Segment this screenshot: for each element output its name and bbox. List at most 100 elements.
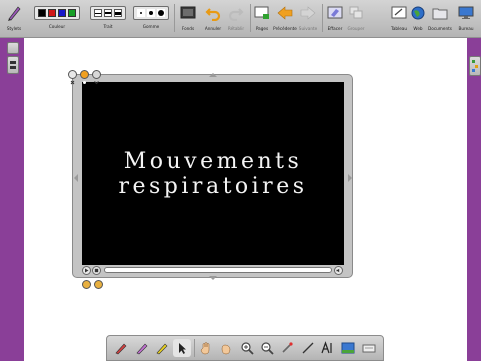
top-resize-handle[interactable]	[209, 73, 217, 77]
laser-pointer-icon	[282, 342, 293, 353]
desktop-icon	[458, 2, 474, 24]
tableau-button[interactable]: Tableau	[390, 2, 408, 32]
zoom-out-icon	[261, 342, 274, 355]
highlighter-button[interactable]	[153, 339, 171, 357]
annuler-button[interactable]: Annuler	[202, 2, 224, 32]
pages-label: Pages	[255, 26, 269, 31]
resize-icon	[96, 290, 101, 295]
eraser-size-medium[interactable]	[147, 9, 155, 17]
pen-tool-button[interactable]	[112, 339, 130, 357]
stylets-label: Stylets	[6, 26, 22, 31]
widget-menu-button[interactable]	[80, 70, 89, 84]
chevron-down-icon	[94, 81, 99, 85]
eraser-size-small[interactable]	[137, 9, 145, 17]
bureau-button[interactable]: Bureau	[455, 2, 477, 32]
effacer-label: Effacer	[327, 26, 343, 31]
rotate-icon	[83, 290, 89, 296]
background-icon	[180, 2, 196, 24]
toolbar-separator	[174, 4, 175, 32]
arrow-left-icon	[277, 2, 293, 24]
select-tool-button[interactable]	[173, 339, 192, 357]
effacer-button[interactable]: Effacer	[325, 2, 345, 32]
hand-tool-button[interactable]	[197, 339, 215, 357]
video-seek-bar[interactable]	[104, 267, 332, 273]
stop-icon	[94, 268, 99, 272]
widget-resize-button[interactable]	[94, 280, 103, 295]
left-resize-handle[interactable]	[74, 174, 78, 182]
hand-grab-icon	[221, 344, 231, 355]
eraser-sizes	[133, 6, 169, 20]
clear-icon	[327, 2, 343, 24]
left-panel-toggle[interactable]	[7, 42, 19, 54]
toolbar-separator	[322, 4, 323, 32]
widget-close-button[interactable]	[68, 70, 77, 85]
whiteboard-icon	[391, 2, 407, 24]
zoom-in-button[interactable]	[238, 339, 256, 357]
color-swatch-black[interactable]	[38, 9, 46, 17]
video-title-line2: respiratoires	[118, 173, 308, 199]
hand-icon	[200, 342, 210, 355]
bottom-resize-handle[interactable]	[209, 276, 217, 280]
precedente-label: Précédente	[273, 26, 297, 31]
pages-button[interactable]: Pages	[253, 2, 271, 32]
left-panel-tool-button[interactable]	[7, 56, 19, 74]
retablir-label: Rétablir	[227, 26, 245, 31]
fonds-button[interactable]: Fonds	[178, 2, 198, 32]
creative-pen-button[interactable]	[133, 339, 151, 357]
text-tool-button[interactable]	[319, 339, 337, 357]
color-swatch-blue[interactable]	[58, 9, 66, 17]
line-width-thin[interactable]	[94, 9, 102, 17]
play-icon	[85, 268, 89, 272]
retablir-button[interactable]: Rétablir	[225, 2, 247, 32]
play-button[interactable]	[82, 265, 91, 275]
pan-tool-button[interactable]	[217, 339, 235, 357]
globe-icon	[411, 2, 425, 24]
color-swatch-green[interactable]	[68, 9, 76, 17]
volume-icon	[336, 268, 340, 272]
gomme-label: Gomme	[142, 24, 160, 29]
line-tool-button[interactable]	[299, 339, 317, 357]
cursor-icon	[179, 343, 187, 354]
widget-options-button[interactable]	[92, 70, 101, 85]
suivante-label: Suivante	[298, 26, 318, 31]
shapes-icon	[341, 342, 355, 354]
text-icon	[321, 341, 332, 354]
keyboard-icon	[362, 344, 376, 353]
video-widget[interactable]: Mouvements respiratoires	[68, 70, 353, 296]
annuler-label: Annuler	[204, 26, 222, 31]
panel-icon	[10, 61, 16, 69]
left-side-panel	[0, 38, 24, 361]
stylets-button[interactable]: Stylets	[3, 2, 25, 32]
video-controls	[82, 265, 344, 275]
right-resize-handle[interactable]	[348, 174, 352, 182]
floating-tools-bar	[106, 335, 384, 361]
documents-button[interactable]: Documents	[428, 2, 452, 32]
creative-pen-icon	[136, 343, 147, 355]
precedente-button[interactable]: Précédente	[273, 2, 297, 32]
widget-rotate-button[interactable]	[82, 280, 91, 296]
highlighter-icon	[156, 343, 168, 355]
volume-button[interactable]	[334, 265, 343, 275]
tableau-label: Tableau	[390, 26, 408, 31]
grouper-button[interactable]: Grouper	[346, 2, 366, 32]
suivante-button[interactable]: Suivante	[297, 2, 319, 32]
right-panel-toggle[interactable]	[469, 56, 481, 76]
eraser-size-large[interactable]	[157, 9, 165, 17]
video-screen[interactable]: Mouvements respiratoires	[82, 82, 344, 265]
line-width-thick[interactable]	[114, 9, 122, 17]
keyboard-button[interactable]	[360, 339, 378, 357]
zoom-out-button[interactable]	[258, 339, 276, 357]
web-label: Web	[413, 26, 423, 31]
line-width-medium[interactable]	[104, 9, 112, 17]
stop-button[interactable]	[92, 265, 101, 275]
arrow-right-icon	[300, 2, 316, 24]
couleur-label: Couleur	[48, 24, 66, 29]
undo-icon	[205, 2, 221, 24]
trait-label: Trait	[103, 24, 113, 29]
documents-label: Documents	[428, 26, 452, 31]
color-swatch-red[interactable]	[48, 9, 56, 17]
web-button[interactable]: Web	[411, 2, 425, 32]
group-icon	[348, 2, 364, 24]
shape-tool-button[interactable]	[339, 339, 357, 357]
laser-pointer-button[interactable]	[278, 339, 296, 357]
